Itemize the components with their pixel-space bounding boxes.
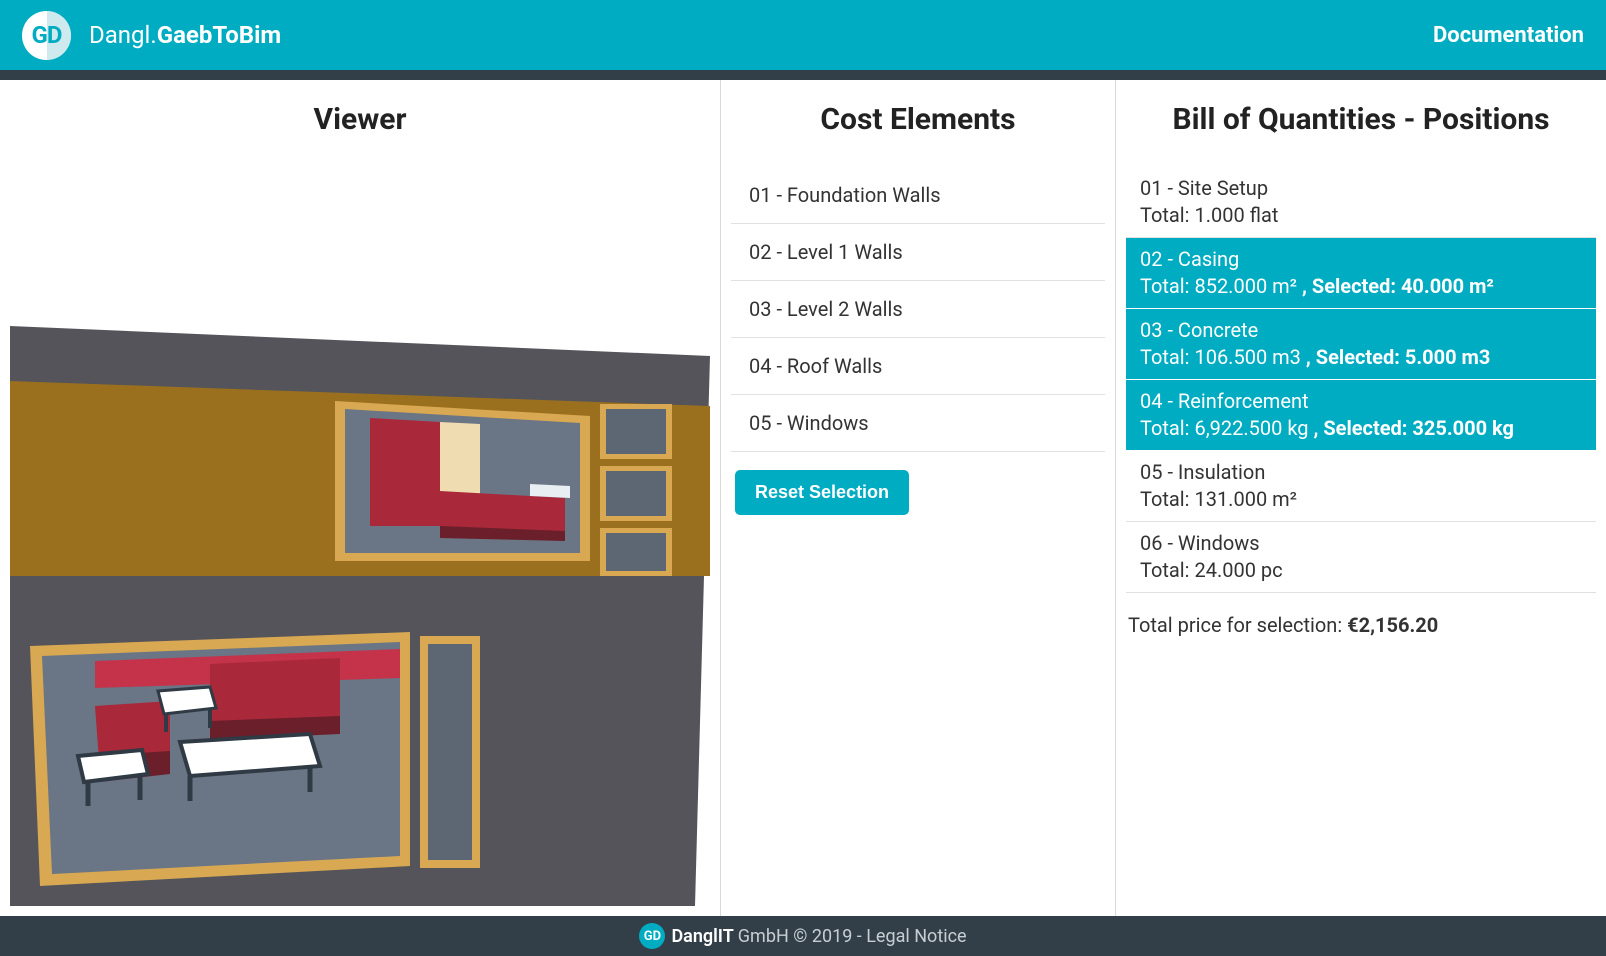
brand-title-light: Dangl. bbox=[89, 21, 157, 49]
brand-logo: GD bbox=[22, 11, 71, 60]
footer-company: DanglIT bbox=[671, 926, 733, 947]
cost-element-item[interactable]: 03 - Level 2 Walls bbox=[731, 281, 1105, 338]
viewer-panel: Viewer bbox=[0, 80, 720, 916]
boq-item[interactable]: 02 - Casing Total: 852.000 m² , Selected… bbox=[1126, 238, 1596, 309]
boq-item-title: 05 - Insulation bbox=[1140, 459, 1582, 486]
app-header: GD Dangl.GaebToBim Documentation bbox=[0, 0, 1606, 70]
footer-text: GmbH © 2019 - Legal Notice bbox=[738, 926, 967, 947]
boq-item[interactable]: 05 - Insulation Total: 131.000 m² bbox=[1126, 451, 1596, 522]
boq-item-title: 01 - Site Setup bbox=[1140, 175, 1582, 202]
boq-item[interactable]: 01 - Site Setup Total: 1.000 flat bbox=[1126, 167, 1596, 238]
selection-summary-value: €2,156.20 bbox=[1347, 613, 1438, 637]
boq-item-total: Total: 24.000 pc bbox=[1140, 557, 1582, 584]
boq-panel: Bill of Quantities - Positions 01 - Site… bbox=[1115, 80, 1606, 916]
boq-title: Bill of Quantities - Positions bbox=[1126, 102, 1596, 137]
boq-item-title: 06 - Windows bbox=[1140, 530, 1582, 557]
boq-item-total: Total: 106.500 m3 , Selected: 5.000 m3 bbox=[1140, 344, 1582, 371]
documentation-link[interactable]: Documentation bbox=[1433, 23, 1584, 48]
main-content: Viewer bbox=[0, 80, 1606, 916]
cost-elements-list: 01 - Foundation Walls 02 - Level 1 Walls… bbox=[731, 167, 1105, 452]
cost-element-item[interactable]: 04 - Roof Walls bbox=[731, 338, 1105, 395]
boq-item-total: Total: 131.000 m² bbox=[1140, 486, 1582, 513]
viewer-title: Viewer bbox=[10, 102, 710, 137]
reset-selection-button[interactable]: Reset Selection bbox=[735, 470, 909, 515]
boq-item-title: 03 - Concrete bbox=[1140, 317, 1582, 344]
cost-element-item[interactable]: 05 - Windows bbox=[731, 395, 1105, 452]
viewer-canvas[interactable] bbox=[10, 167, 710, 906]
cost-element-item[interactable]: 01 - Foundation Walls bbox=[731, 167, 1105, 224]
brand-logo-initials: GD bbox=[32, 21, 62, 49]
selection-summary: Total price for selection: €2,156.20 bbox=[1126, 593, 1596, 637]
cost-element-item[interactable]: 02 - Level 1 Walls bbox=[731, 224, 1105, 281]
boq-item-total: Total: 1.000 flat bbox=[1140, 202, 1582, 229]
footer-logo: GD bbox=[639, 923, 665, 949]
cost-elements-panel: Cost Elements 01 - Foundation Walls 02 -… bbox=[720, 80, 1115, 916]
app-footer: GD DanglIT GmbH © 2019 - Legal Notice bbox=[0, 916, 1606, 956]
brand-title: Dangl.GaebToBim bbox=[89, 21, 281, 49]
boq-item-title: 02 - Casing bbox=[1140, 246, 1582, 273]
boq-list: 01 - Site Setup Total: 1.000 flat 02 - C… bbox=[1126, 167, 1596, 593]
brand-title-bold: GaebToBim bbox=[157, 21, 282, 49]
boq-item-total: Total: 852.000 m² , Selected: 40.000 m² bbox=[1140, 273, 1582, 300]
building-illustration bbox=[10, 326, 710, 906]
boq-item-total: Total: 6,922.500 kg , Selected: 325.000 … bbox=[1140, 415, 1582, 442]
cost-elements-title: Cost Elements bbox=[731, 102, 1105, 137]
boq-item[interactable]: 06 - Windows Total: 24.000 pc bbox=[1126, 522, 1596, 593]
selection-summary-label: Total price for selection: bbox=[1128, 613, 1347, 637]
boq-item[interactable]: 04 - Reinforcement Total: 6,922.500 kg ,… bbox=[1126, 380, 1596, 451]
boq-item[interactable]: 03 - Concrete Total: 106.500 m3 , Select… bbox=[1126, 309, 1596, 380]
header-divider bbox=[0, 70, 1606, 80]
boq-item-title: 04 - Reinforcement bbox=[1140, 388, 1582, 415]
